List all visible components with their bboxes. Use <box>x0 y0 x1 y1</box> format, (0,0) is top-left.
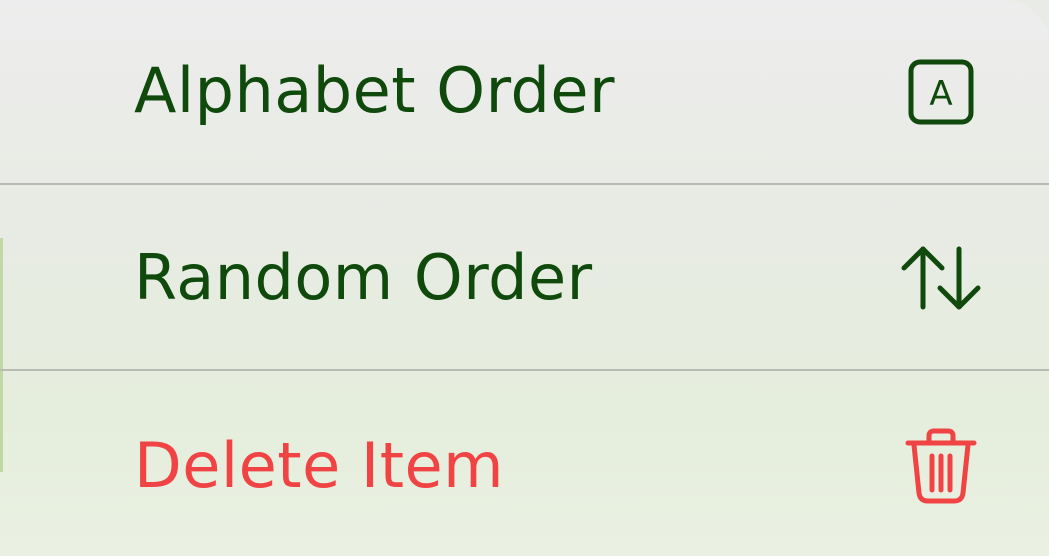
menu-item-label: Alphabet Order <box>134 54 615 127</box>
context-menu: Alphabet Order A Random Order Delete Ite… <box>0 0 1049 556</box>
menu-item-label: Random Order <box>134 241 593 314</box>
menu-item-alphabet-order[interactable]: Alphabet Order A <box>0 0 1049 184</box>
trash-icon <box>898 423 984 509</box>
icon-letter: A <box>929 74 952 114</box>
up-down-arrows-icon <box>898 235 984 321</box>
menu-item-delete-item[interactable]: Delete Item <box>0 371 1049 555</box>
menu-item-label: Delete Item <box>134 429 505 502</box>
menu-item-random-order[interactable]: Random Order <box>0 185 1049 369</box>
alphabet-a-square-icon: A <box>898 49 984 135</box>
